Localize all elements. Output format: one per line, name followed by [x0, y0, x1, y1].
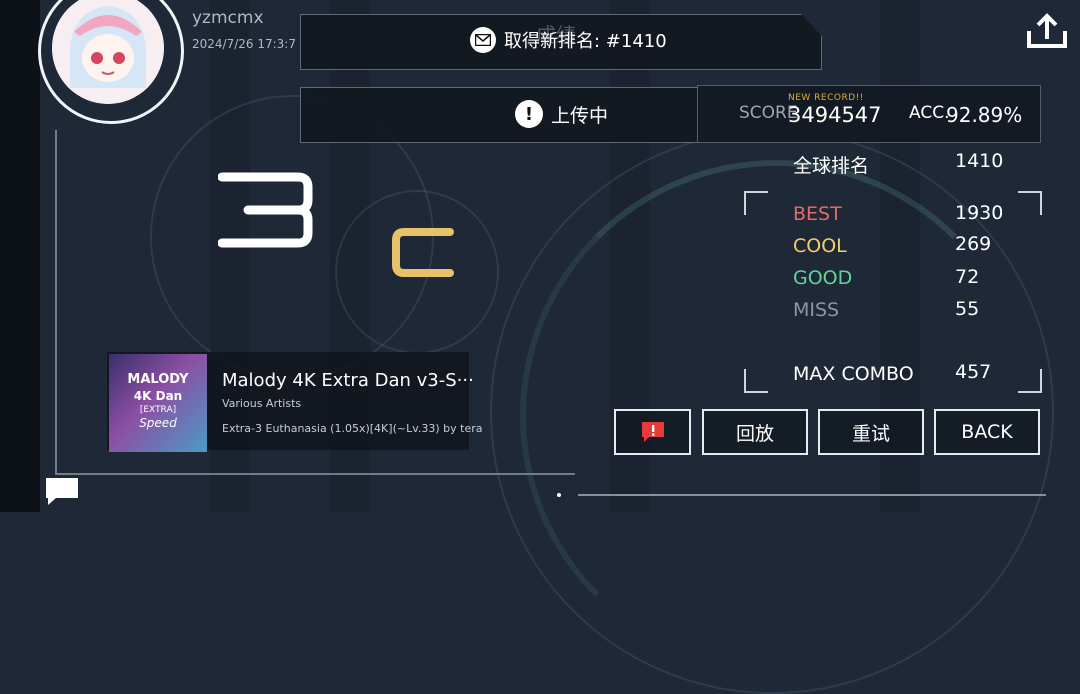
bracket-corner	[1018, 369, 1042, 393]
cool-label: COOL	[793, 235, 847, 257]
song-title: Malody 4K Extra Dan v3-S···	[222, 370, 474, 391]
upload-status-text: 上传中	[551, 104, 609, 127]
report-icon	[641, 422, 664, 442]
chat-icon[interactable]	[44, 476, 80, 506]
max-combo-label: MAX COMBO	[793, 363, 914, 385]
accuracy-label: ACC.	[909, 103, 950, 123]
song-cover: MALODY 4K Dan [EXTRA] Speed	[109, 354, 207, 452]
good-value: 72	[955, 266, 980, 288]
global-rank-value: 1410	[955, 150, 1004, 172]
new-record-badge: NEW RECORD!!	[788, 93, 864, 103]
mail-icon	[470, 27, 496, 53]
back-button[interactable]: BACK	[934, 409, 1040, 455]
left-dark-panel	[0, 0, 40, 512]
best-label: BEST	[793, 203, 842, 225]
bottom-divider	[578, 494, 1046, 496]
miss-value: 55	[955, 298, 980, 320]
score-value: 3494547	[788, 103, 882, 127]
song-difficulty: Extra-3 Euthanasia (1.05x)[4K](~Lv.33) b…	[222, 422, 483, 435]
cool-value: 269	[955, 233, 992, 255]
cover-subtitle: 4K Dan	[133, 389, 183, 403]
alert-icon: !	[515, 100, 543, 128]
miss-label: MISS	[793, 299, 840, 321]
cover-title: MALODY	[127, 372, 189, 387]
report-button[interactable]	[614, 409, 691, 455]
upload-icon[interactable]	[1026, 13, 1068, 49]
upload-notice-panel	[300, 87, 702, 143]
good-label: GOOD	[793, 267, 853, 289]
rank-number-glyph	[218, 172, 313, 248]
cover-speed: Speed	[139, 416, 177, 430]
grade-letter-glyph	[392, 228, 454, 277]
username: yzmcmx	[192, 8, 264, 28]
rank-notice-text: 取得新排名: #1410	[504, 31, 667, 52]
max-combo-value: 457	[955, 361, 992, 383]
bracket-corner	[744, 369, 768, 393]
page-indicator	[557, 493, 561, 497]
accuracy-value: 92.89%	[946, 103, 1023, 127]
play-date: 2024/7/26 17:3:7	[192, 37, 296, 51]
cover-tag: [EXTRA]	[139, 405, 177, 415]
frame-line	[55, 130, 57, 475]
song-artist: Various Artists	[222, 397, 302, 410]
bracket-corner	[1018, 191, 1042, 215]
upload-notice: ! 上传中	[515, 100, 608, 128]
replay-button[interactable]: 回放	[702, 409, 808, 455]
best-value: 1930	[955, 202, 1004, 224]
frame-line	[55, 473, 575, 475]
global-rank-label: 全球排名	[793, 155, 870, 177]
rank-notice[interactable]: 取得新排名: #1410	[470, 27, 667, 53]
bracket-corner	[744, 191, 768, 215]
retry-button[interactable]: 重试	[818, 409, 924, 455]
